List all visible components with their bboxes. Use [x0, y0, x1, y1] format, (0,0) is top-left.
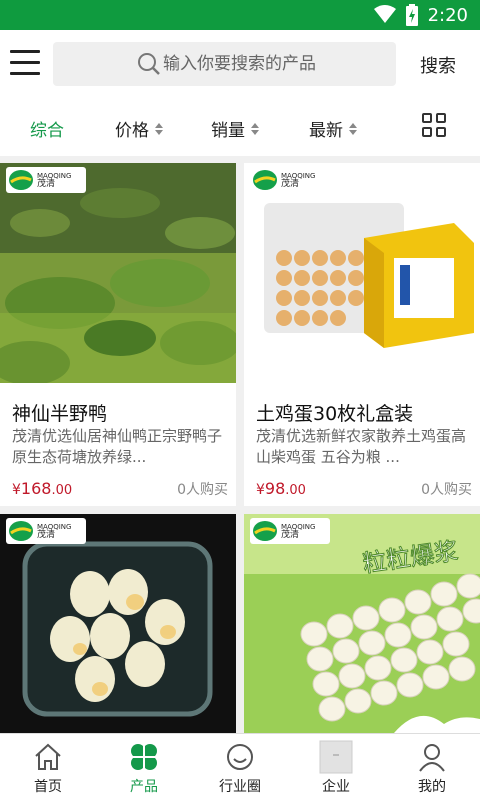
price-currency: ¥: [12, 482, 21, 498]
status-icons: 2:20: [373, 4, 468, 26]
sort-tab-comprehensive[interactable]: 综合: [30, 116, 64, 141]
search-box[interactable]: [53, 42, 396, 86]
brand-name: 茂清: [37, 179, 56, 189]
brand-logo: MAOQING 茂清: [250, 518, 330, 544]
nav-item-industry[interactable]: 行业圈: [192, 740, 288, 796]
price-currency: ¥: [256, 482, 265, 498]
price-integer: 98: [264, 479, 286, 498]
brand-name: 茂清: [37, 530, 56, 540]
product-card[interactable]: 粒粒爆浆 MAOQING 茂清: [244, 514, 480, 733]
menu-button[interactable]: [10, 50, 40, 76]
product-image-quail-eggs: MAOQING 茂清: [0, 514, 236, 733]
product-price: ¥98.00: [256, 479, 306, 498]
nav-item-mine[interactable]: 我的: [384, 740, 480, 796]
brand-logo: MAOQING 茂清: [6, 167, 86, 193]
product-title: 神仙半野鸭: [12, 403, 108, 425]
nav-item-products[interactable]: 产品: [96, 740, 192, 796]
price-decimal: .00: [51, 483, 73, 498]
search-button[interactable]: 搜索: [420, 52, 456, 78]
nav-label: 首页: [34, 779, 62, 795]
nav-item-home[interactable]: 首页: [0, 740, 96, 796]
sold-count: 0人购买: [177, 482, 228, 498]
sort-tab-newest[interactable]: 最新: [309, 116, 357, 141]
brand-logo-mark-icon: [9, 521, 33, 541]
product-image-duck-pond: MAOQING 茂清: [0, 163, 236, 383]
sort-arrows-icon: [155, 122, 163, 136]
product-image-corn: 粒粒爆浆 MAOQING 茂清: [244, 514, 480, 733]
bottom-nav: 首页 产品 行业圈 企业 我的: [0, 733, 480, 800]
product-description: 茂清优选仙居神仙鸭正宗野鸭子 原生态荷塘放养绿...: [12, 427, 223, 466]
menu-icon-bar: [10, 72, 40, 75]
sort-tab-label: 综合: [30, 121, 64, 141]
home-icon: [35, 743, 61, 770]
product-card[interactable]: MAOQING 茂清 土鸡蛋30枚礼盒装 茂清优选新鲜农家散养土鸡蛋高山柴鸡蛋 …: [244, 163, 480, 506]
sort-arrows-icon: [349, 122, 357, 136]
sort-bar: 综合 价格 销量 最新: [0, 98, 480, 156]
product-description: 茂清优选新鲜农家散养土鸡蛋高山柴鸡蛋 五谷为粮 ...: [256, 427, 467, 466]
product-title: 土鸡蛋30枚礼盒装: [256, 403, 414, 425]
grid-view-icon[interactable]: [422, 113, 448, 139]
nav-label: 我的: [418, 779, 446, 795]
brand-name: 茂清: [281, 179, 300, 189]
sort-tab-sales[interactable]: 销量: [211, 116, 259, 141]
price-integer: 168: [20, 479, 52, 498]
brand-name: 茂清: [281, 530, 300, 540]
sort-tab-price[interactable]: 价格: [115, 116, 163, 141]
product-card[interactable]: MAOQING 茂清: [0, 514, 236, 733]
nav-label: 企业: [322, 779, 350, 795]
header: 搜索: [0, 30, 480, 98]
menu-icon-bar: [10, 50, 40, 53]
brand-logo-mark-icon: [253, 170, 277, 190]
status-time: 2:20: [427, 4, 468, 26]
nav-item-enterprise[interactable]: 企业: [288, 740, 384, 796]
search-input[interactable]: [163, 50, 383, 78]
search-icon: [138, 53, 160, 75]
smile-icon: [227, 744, 253, 770]
product-price: ¥168.00: [12, 479, 72, 498]
price-decimal: .00: [285, 483, 306, 498]
wifi-icon: [373, 5, 396, 23]
nav-label: 产品: [130, 779, 158, 795]
brand-logo: MAOQING 茂清: [6, 518, 86, 544]
product-card[interactable]: MAOQING 茂清 神仙半野鸭 茂清优选仙居神仙鸭正宗野鸭子 原生态荷塘放养绿…: [0, 163, 236, 506]
brand-logo-mark-icon: [253, 521, 277, 541]
sort-tab-label: 销量: [211, 121, 245, 141]
user-icon: [419, 744, 445, 772]
clover-icon: [131, 744, 157, 770]
sort-tab-label: 最新: [309, 121, 343, 141]
sort-arrows-icon: [251, 122, 259, 136]
sold-count: 0人购买: [421, 482, 472, 498]
status-bar: 2:20: [0, 0, 480, 30]
sort-tab-label: 价格: [115, 121, 149, 141]
brand-logo-mark-icon: [9, 170, 33, 190]
product-image-egg-box: MAOQING 茂清: [244, 163, 480, 383]
nav-label: 行业圈: [219, 779, 261, 795]
brand-logo: MAOQING 茂清: [250, 167, 330, 193]
menu-icon-bar: [10, 61, 40, 64]
battery-icon: [405, 4, 418, 26]
enterprise-icon: [319, 740, 353, 774]
